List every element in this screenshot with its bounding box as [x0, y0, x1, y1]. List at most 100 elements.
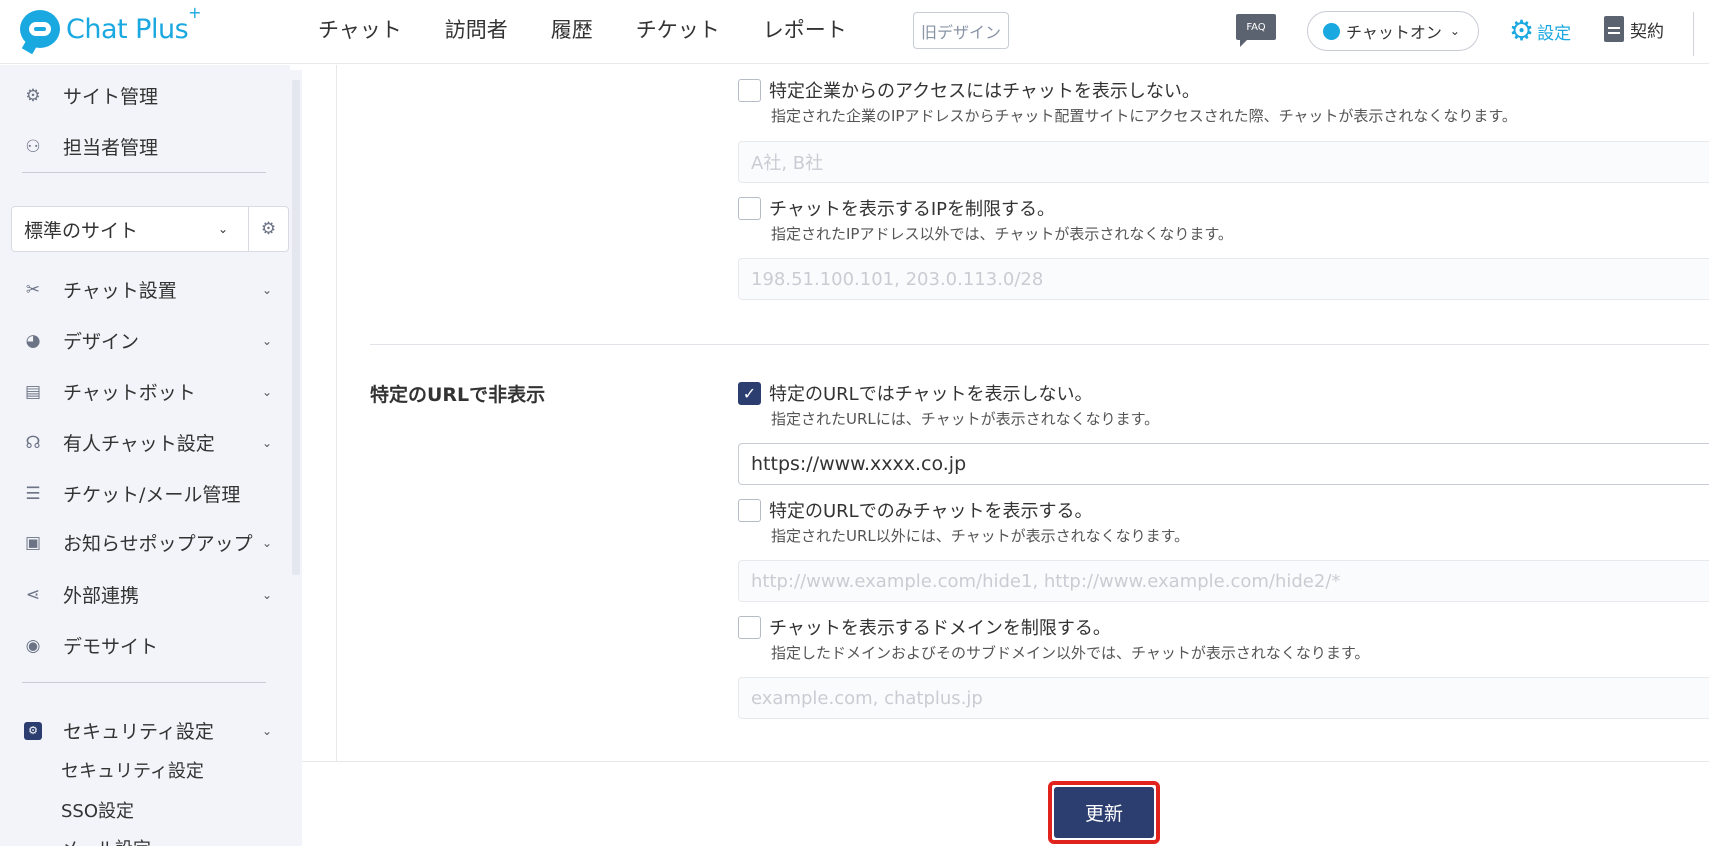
sidebar-scrollbar[interactable]: [290, 70, 302, 846]
url-hide-description: 指定されたURLには、チャットが表示されなくなります。: [771, 410, 1160, 428]
sidebar-item-site-admin[interactable]: ⚙ サイト管理: [22, 82, 272, 109]
list-icon: ☰: [25, 483, 41, 504]
nav-visitors[interactable]: 訪問者: [445, 14, 508, 44]
logo-chat-icon: [20, 10, 60, 48]
url-only-input[interactable]: http://www.example.com/hide1, http://www…: [738, 560, 1709, 602]
sidebar-item-operator-chat[interactable]: ☊ 有人チャット設定 ⌄: [22, 429, 272, 456]
sidebar-item-security[interactable]: ⚙ セキュリティ設定 ⌄: [22, 717, 272, 744]
main-nav: チャット 訪問者 履歴 チケット レポート: [318, 0, 890, 58]
chevron-down-icon: ⌄: [261, 723, 272, 738]
sidebar-item-label: チャットボット: [63, 382, 196, 404]
company-block-label: 特定企業からのアクセスにはチャットを表示しない。: [769, 81, 1200, 102]
nav-tickets[interactable]: チケット: [636, 14, 720, 44]
company-block-option[interactable]: 特定企業からのアクセスにはチャットを表示しない。: [738, 77, 1200, 103]
ip-restrict-label: チャットを表示するIPを制限する。: [769, 199, 1055, 220]
popup-icon: ▣: [24, 532, 42, 553]
faq-icon: FAQ: [1236, 14, 1276, 40]
url-only-option[interactable]: 特定のURLでのみチャットを表示する。: [738, 497, 1093, 523]
sidebar-item-chat-install[interactable]: ✂ チャット設置 ⌄: [22, 276, 272, 303]
contract-link[interactable]: 契約: [1604, 16, 1664, 42]
scrollbar-thumb[interactable]: [292, 80, 300, 575]
status-dot-icon: [1323, 22, 1340, 40]
share-icon: ⋖: [25, 584, 41, 605]
contract-label: 契約: [1630, 21, 1664, 42]
url-only-description: 指定されたURL以外には、チャットが表示されなくなります。: [771, 527, 1190, 545]
headset-icon: ☊: [25, 432, 41, 453]
user-gear-icon: ⚇: [25, 136, 41, 157]
sidebar-item-label: セキュリティ設定: [63, 721, 214, 743]
logo-text: Chat Plus: [66, 14, 189, 45]
document-icon: [1604, 16, 1624, 42]
sidebar-item-demo-site[interactable]: ◉ デモサイト: [22, 632, 272, 659]
gear-icon: ⚙: [1509, 14, 1535, 47]
top-header: Chat Plus+ チャット 訪問者 履歴 チケット レポート 旧デザイン F…: [0, 0, 1709, 64]
sidebar-item-label: デモサイト: [63, 636, 159, 658]
sidebar-item-label: デザイン: [63, 331, 140, 353]
domain-restrict-option[interactable]: チャットを表示するドメインを制限する。: [738, 614, 1111, 640]
company-block-description: 指定された企業のIPアドレスからチャット配置サイトにアクセスされた際、チャットが…: [771, 107, 1517, 125]
site-settings-gear-icon[interactable]: ⚙: [248, 207, 288, 251]
settings-link[interactable]: ⚙ 設定: [1509, 17, 1571, 45]
site-select[interactable]: 標準のサイト ⌄ ⚙: [11, 206, 289, 252]
sidebar-item-notice-popup[interactable]: ▣ お知らせポップアップ ⌄: [22, 529, 272, 556]
site-gear-icon: ⚙: [25, 85, 41, 106]
sidebar-item-ticket-mail[interactable]: ☰ チケット/メール管理: [22, 480, 272, 507]
domain-input[interactable]: example.com, chatplus.jp: [738, 677, 1709, 719]
chevron-down-icon: ⌄: [261, 384, 272, 399]
update-button[interactable]: 更新: [1054, 787, 1154, 838]
chevron-down-icon: ⌄: [261, 282, 272, 297]
faq-button[interactable]: FAQ: [1236, 14, 1276, 47]
sidebar-item-chatbot[interactable]: ▤ チャットボット ⌄: [22, 378, 272, 405]
ip-input[interactable]: 198.51.100.101, 203.0.113.0/28: [738, 258, 1709, 300]
sidebar-subitem-mail[interactable]: メール設定: [61, 835, 151, 846]
domain-restrict-label: チャットを表示するドメインを制限する。: [769, 618, 1111, 639]
nav-reports[interactable]: レポート: [763, 14, 847, 44]
domain-restrict-description: 指定したドメインおよびそのサブドメイン以外では、チャットが表示されなくなります。: [771, 644, 1370, 662]
url-only-checkbox[interactable]: [738, 498, 761, 522]
sidebar-item-label: 外部連携: [63, 585, 140, 607]
sidebar-item-label: 有人チャット設定: [63, 433, 215, 455]
sidebar-item-staff-admin[interactable]: ⚇ 担当者管理: [22, 133, 272, 160]
company-block-checkbox[interactable]: [738, 78, 761, 102]
sidebar-item-design[interactable]: ◕ デザイン ⌄: [22, 327, 272, 354]
sidebar-subitem-security-settings[interactable]: セキュリティ設定: [61, 757, 204, 783]
sidebar-item-label: 担当者管理: [63, 137, 159, 159]
chevron-down-icon: ⌄: [261, 535, 272, 550]
chat-bubbles-icon: ▤: [24, 381, 42, 402]
chevron-down-icon: ⌄: [261, 435, 272, 450]
logo-sup: +: [188, 3, 202, 22]
url-hide-input[interactable]: https://www.xxxx.co.jp: [738, 443, 1709, 485]
url-section-title: 特定のURLで非表示: [370, 384, 546, 406]
sidebar-item-label: お知らせポップアップ: [63, 533, 253, 555]
chevron-down-icon: ⌄: [218, 222, 229, 236]
old-design-button[interactable]: 旧デザイン: [913, 12, 1009, 49]
sidebar-item-label: チャット設置: [63, 280, 177, 302]
url-hide-checkbox[interactable]: ✓: [738, 381, 761, 405]
url-hide-label: 特定のURLではチャットを表示しない。: [769, 384, 1093, 405]
nav-history[interactable]: 履歴: [551, 14, 593, 44]
sidebar-subitem-sso[interactable]: SSO設定: [61, 797, 134, 823]
eye-icon: ◉: [25, 635, 41, 656]
chat-status-dropdown[interactable]: チャットオン ⌄: [1307, 11, 1479, 51]
settings-label: 設定: [1537, 23, 1572, 44]
ip-restrict-option[interactable]: チャットを表示するIPを制限する。: [738, 195, 1055, 221]
company-input[interactable]: A社, B社: [738, 141, 1709, 183]
tools-icon: ✂: [25, 279, 41, 300]
ip-restrict-description: 指定されたIPアドレス以外では、チャットが表示されなくなります。: [771, 225, 1233, 243]
nav-chat[interactable]: チャット: [318, 14, 402, 44]
chevron-down-icon: ⌄: [1449, 24, 1460, 38]
domain-restrict-checkbox[interactable]: [738, 615, 761, 639]
chat-status-label: チャットオン: [1346, 23, 1442, 42]
checkmark-icon: ✓: [742, 383, 757, 403]
url-only-label: 特定のURLでのみチャットを表示する。: [769, 501, 1093, 522]
security-gear-icon: ⚙: [24, 721, 42, 740]
url-hide-option[interactable]: ✓ 特定のURLではチャットを表示しない。: [738, 380, 1093, 406]
logo[interactable]: Chat Plus+: [20, 3, 202, 48]
chevron-down-icon: ⌄: [261, 587, 272, 602]
site-select-value: 標準のサイト: [24, 219, 139, 242]
sidebar-item-label: チケット/メール管理: [63, 484, 241, 506]
sidebar-item-integrations[interactable]: ⋖ 外部連携 ⌄: [22, 581, 272, 608]
chevron-down-icon: ⌄: [261, 333, 272, 348]
ip-restrict-checkbox[interactable]: [738, 196, 761, 220]
sidebar-item-label: サイト管理: [63, 86, 159, 108]
